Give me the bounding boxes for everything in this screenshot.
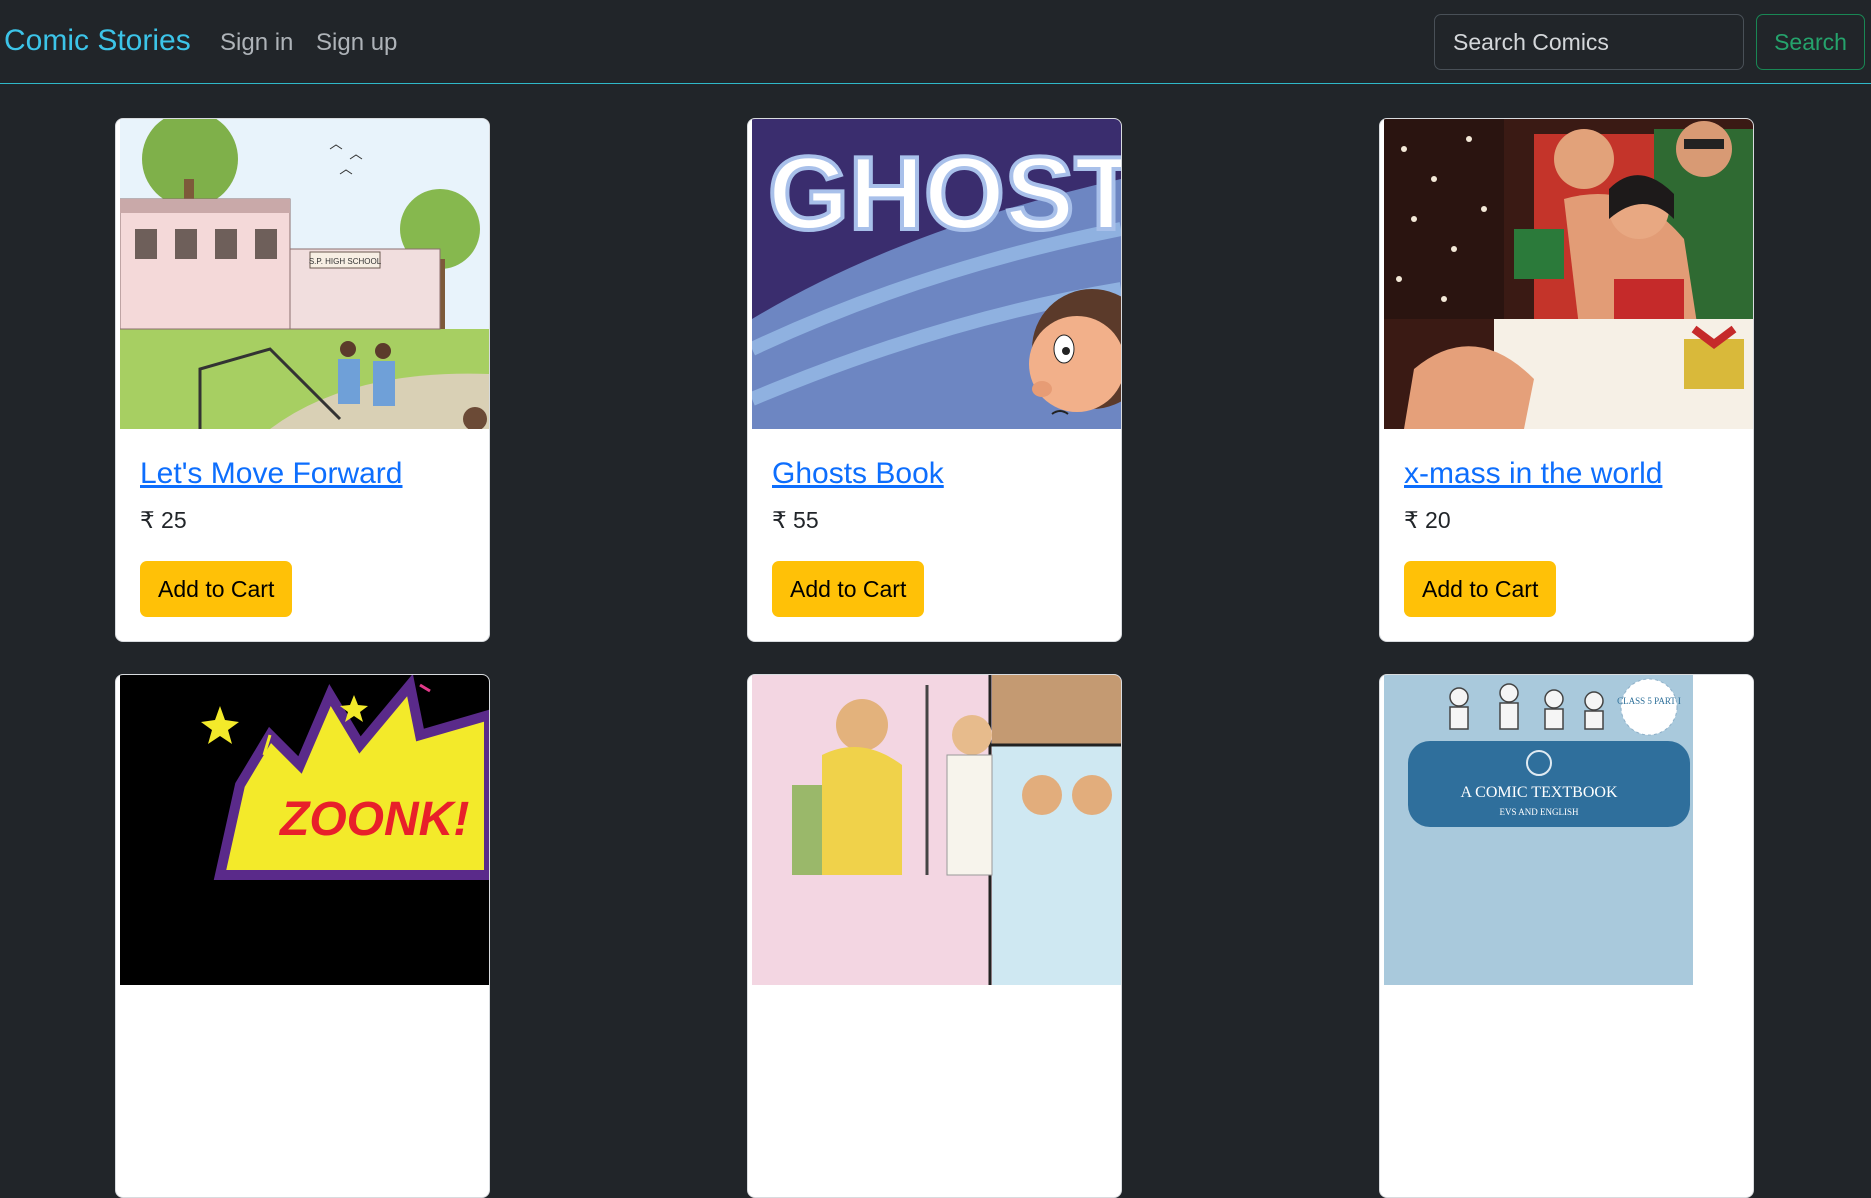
comic-cover-image[interactable]: S.P. HIGH SCHOOL	[120, 119, 489, 429]
sign-up-link[interactable]: Sign up	[316, 29, 397, 57]
comic-price: ₹ 25	[140, 507, 187, 533]
comic-card: x-mass in the world ₹ 20 Add to Cart	[1379, 118, 1754, 642]
add-to-cart-button[interactable]: Add to Cart	[772, 561, 925, 617]
comic-cover-image[interactable]: CLASS 5 PART I A COMIC TEXTBOOK EVS AND …	[1384, 675, 1753, 985]
comic-price: ₹ 20	[1404, 507, 1451, 533]
comic-cover-image[interactable]	[1384, 119, 1753, 429]
comic-card: ZOONK!	[115, 674, 490, 1198]
comic-card	[747, 674, 1122, 1198]
navbar: Comic Stories Sign in Sign up Search	[0, 0, 1871, 84]
comic-title-link[interactable]: x-mass in the world	[1404, 457, 1662, 491]
comic-cover-image[interactable]: ZOONK!	[120, 675, 489, 985]
comic-card: CLASS 5 PART I A COMIC TEXTBOOK EVS AND …	[1379, 674, 1754, 1198]
svg-text:S.P. HIGH SCHOOL: S.P. HIGH SCHOOL	[309, 257, 382, 266]
search-input[interactable]	[1434, 14, 1744, 70]
search-button[interactable]: Search	[1756, 14, 1865, 70]
svg-text:CLASS 5 PART I: CLASS 5 PART I	[1617, 696, 1681, 706]
comic-card: S.P. HIGH SCHOOL Let's Move Forward ₹ 25…	[115, 118, 490, 642]
comic-cover-image[interactable]	[752, 675, 1121, 985]
comic-title-link[interactable]: Let's Move Forward	[140, 457, 403, 491]
svg-text:GHOST: GHOST	[768, 136, 1121, 252]
add-to-cart-button[interactable]: Add to Cart	[1404, 561, 1557, 617]
comic-cover-image[interactable]: GHOST	[752, 119, 1121, 429]
sign-in-link[interactable]: Sign in	[220, 29, 293, 57]
brand-link[interactable]: Comic Stories	[4, 24, 191, 58]
comic-price: ₹ 55	[772, 507, 819, 533]
comic-title-link[interactable]: Ghosts Book	[772, 457, 944, 491]
add-to-cart-button[interactable]: Add to Cart	[140, 561, 293, 617]
comic-card: GHOST Ghosts Book ₹ 55 Add to Cart	[747, 118, 1122, 642]
svg-text:A COMIC TEXTBOOK: A COMIC TEXTBOOK	[1460, 784, 1617, 801]
svg-text:EVS AND ENGLISH: EVS AND ENGLISH	[1499, 807, 1579, 817]
svg-text:ZOONK!: ZOONK!	[278, 793, 469, 846]
